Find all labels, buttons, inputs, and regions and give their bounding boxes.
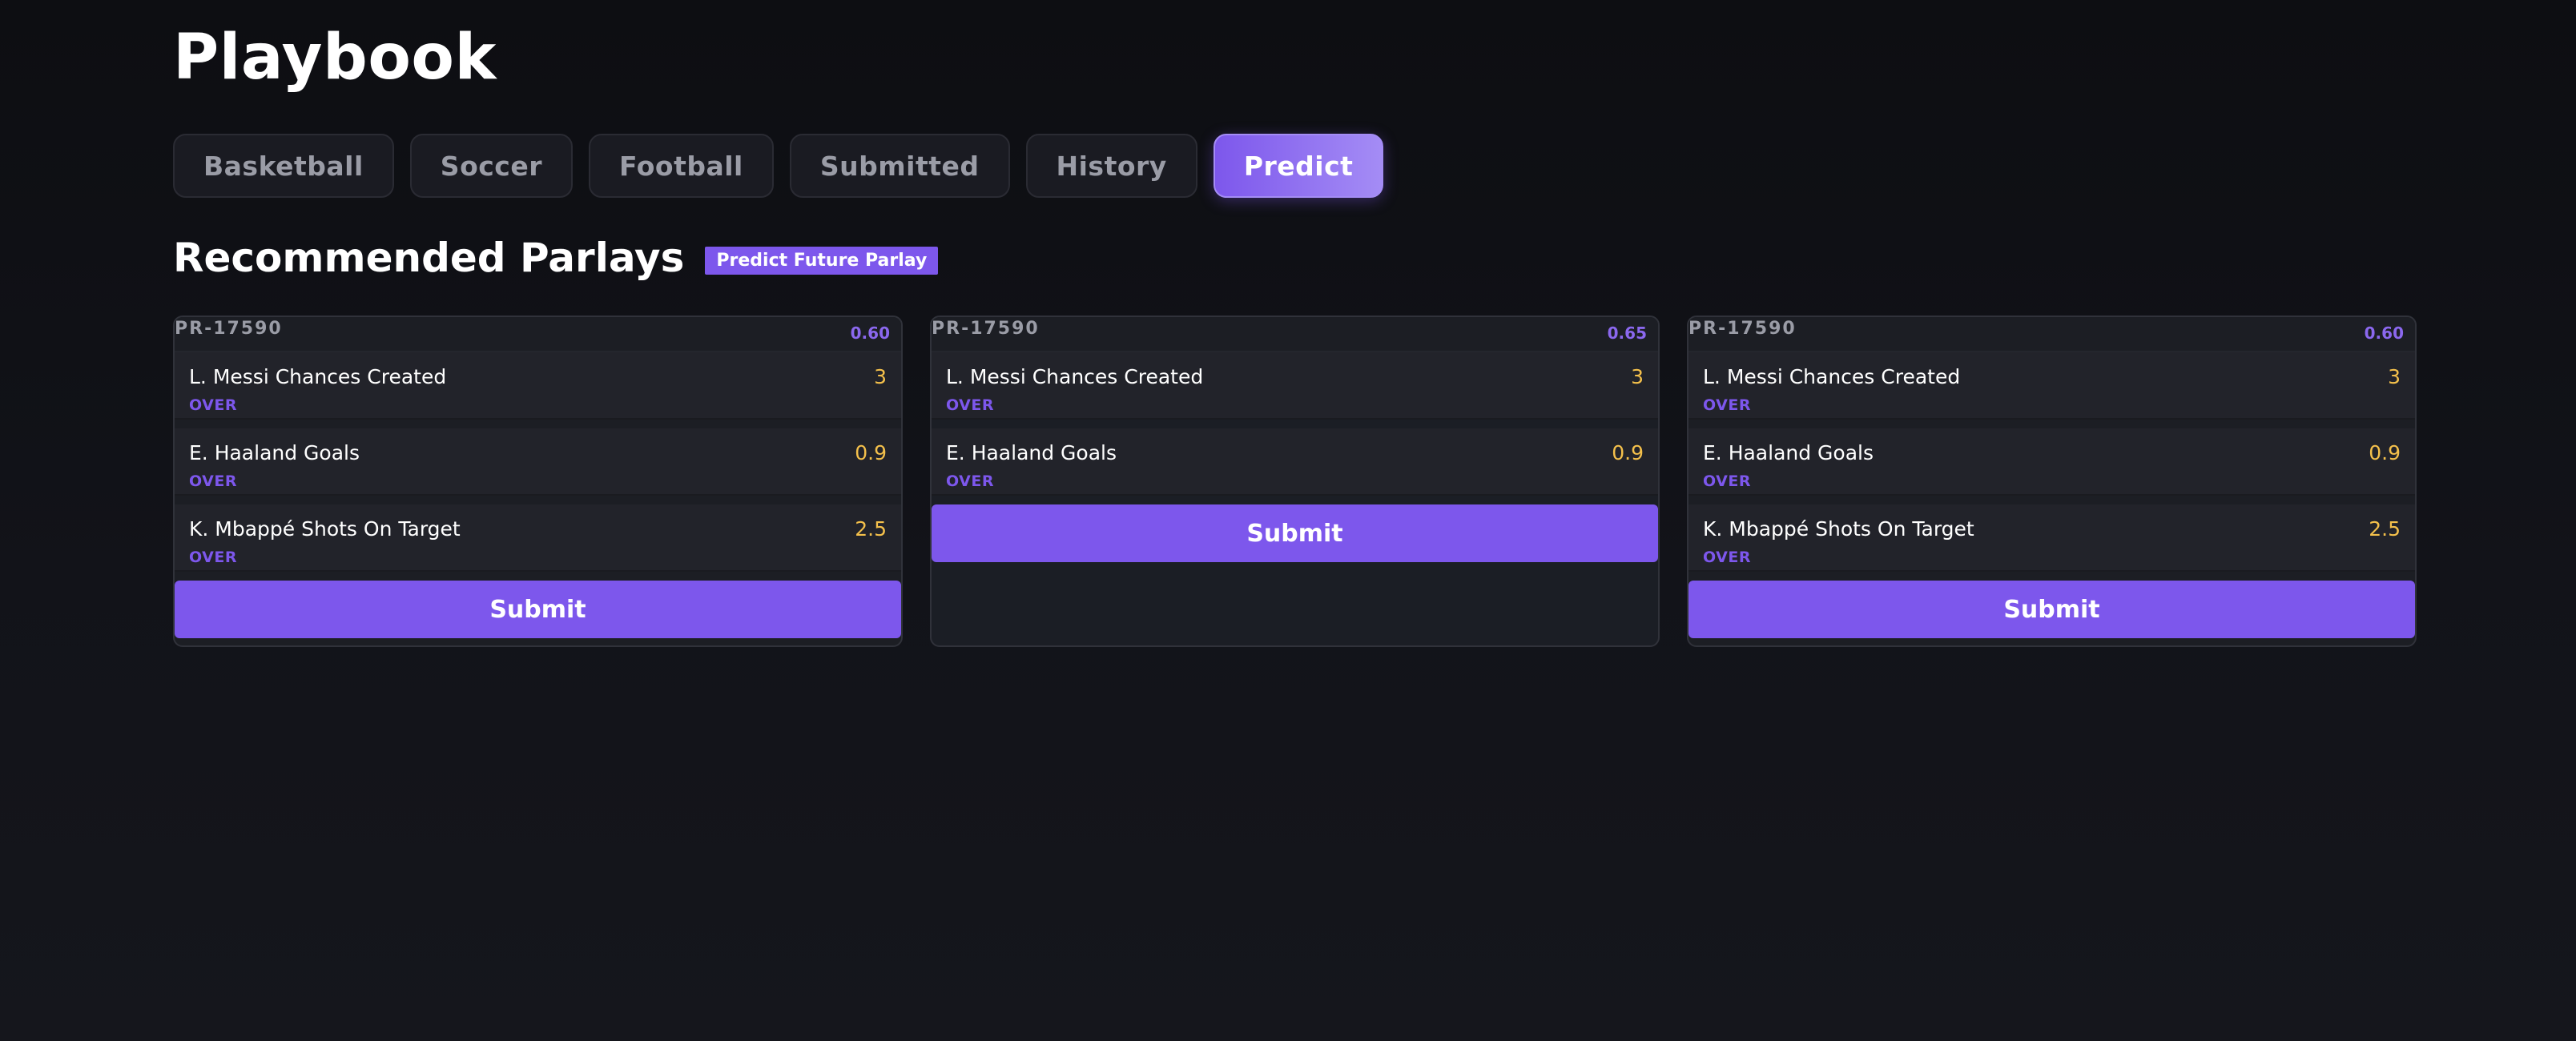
parlay-leg: E. Haaland Goals 0.9 OVER (175, 428, 901, 496)
leg-name: E. Haaland Goals (189, 441, 360, 464)
parlay-score: 0.60 (2364, 324, 2404, 343)
leg-value: 0.9 (2369, 441, 2401, 464)
sport-tabs: Basketball Soccer Football Submitted His… (173, 134, 1384, 198)
parlay-id: PR-17590 (932, 319, 1040, 339)
leg-value: 0.9 (855, 441, 887, 464)
parlay-id: PR-17590 (1688, 319, 1797, 339)
leg-name: K. Mbappé Shots On Target (189, 517, 461, 541)
submit-button[interactable]: Submit (175, 581, 901, 638)
parlay-card: PR-17590 0.65 L. Messi Chances Created 3… (930, 316, 1660, 647)
leg-pick: OVER (189, 396, 237, 414)
parlay-card: PR-17590 0.60 L. Messi Chances Created 3… (1687, 316, 2417, 647)
submit-button[interactable]: Submit (1688, 581, 2415, 638)
playbook-page: Playbook Basketball Soccer Football Subm… (0, 0, 2576, 1041)
leg-pick: OVER (1703, 396, 1751, 414)
tab-football[interactable]: Football (589, 134, 774, 198)
tab-submitted[interactable]: Submitted (789, 134, 1010, 198)
section-title: Recommended Parlays (173, 235, 685, 281)
leg-value: 3 (1631, 365, 1644, 388)
leg-name: L. Messi Chances Created (1703, 365, 1961, 388)
leg-pick: OVER (1703, 549, 1751, 566)
parlay-leg: E. Haaland Goals 0.9 OVER (1688, 428, 2415, 496)
tab-basketball[interactable]: Basketball (173, 134, 394, 198)
tab-predict[interactable]: Predict (1213, 134, 1384, 198)
parlay-card: PR-17590 0.60 L. Messi Chances Created 3… (173, 316, 903, 647)
leg-name: K. Mbappé Shots On Target (1703, 517, 1974, 541)
card-header: PR-17590 0.65 (932, 317, 1658, 352)
tab-history[interactable]: History (1025, 134, 1197, 198)
parlay-cards: PR-17590 0.60 L. Messi Chances Created 3… (173, 316, 2417, 647)
parlay-leg: L. Messi Chances Created 3 OVER (175, 352, 901, 420)
card-header: PR-17590 0.60 (1688, 317, 2415, 352)
leg-pick: OVER (189, 472, 237, 490)
parlay-leg: L. Messi Chances Created 3 OVER (1688, 352, 2415, 420)
parlay-score: 0.65 (1607, 324, 1647, 343)
leg-name: L. Messi Chances Created (946, 365, 1204, 388)
predict-future-parlay-button[interactable]: Predict Future Parlay (705, 246, 939, 275)
submit-button[interactable]: Submit (932, 504, 1658, 562)
app-title: Playbook (173, 22, 497, 94)
card-header: PR-17590 0.60 (175, 317, 901, 352)
section-header: Recommended Parlays Predict Future Parla… (173, 231, 939, 285)
leg-pick: OVER (189, 549, 237, 566)
parlay-leg: K. Mbappé Shots On Target 2.5 OVER (1688, 504, 2415, 572)
leg-value: 3 (2388, 365, 2401, 388)
leg-pick: OVER (946, 396, 994, 414)
leg-value: 0.9 (1612, 441, 1644, 464)
tab-soccer[interactable]: Soccer (409, 134, 574, 198)
parlay-leg: K. Mbappé Shots On Target 2.5 OVER (175, 504, 901, 572)
leg-name: L. Messi Chances Created (189, 365, 447, 388)
leg-pick: OVER (1703, 472, 1751, 490)
parlay-leg: L. Messi Chances Created 3 OVER (932, 352, 1658, 420)
leg-pick: OVER (946, 472, 994, 490)
parlay-score: 0.60 (850, 324, 890, 343)
leg-value: 2.5 (2369, 517, 2401, 541)
leg-value: 3 (874, 365, 887, 388)
leg-name: E. Haaland Goals (1703, 441, 1874, 464)
parlay-leg: E. Haaland Goals 0.9 OVER (932, 428, 1658, 496)
leg-value: 2.5 (855, 517, 887, 541)
leg-name: E. Haaland Goals (946, 441, 1117, 464)
parlay-id: PR-17590 (175, 319, 283, 339)
